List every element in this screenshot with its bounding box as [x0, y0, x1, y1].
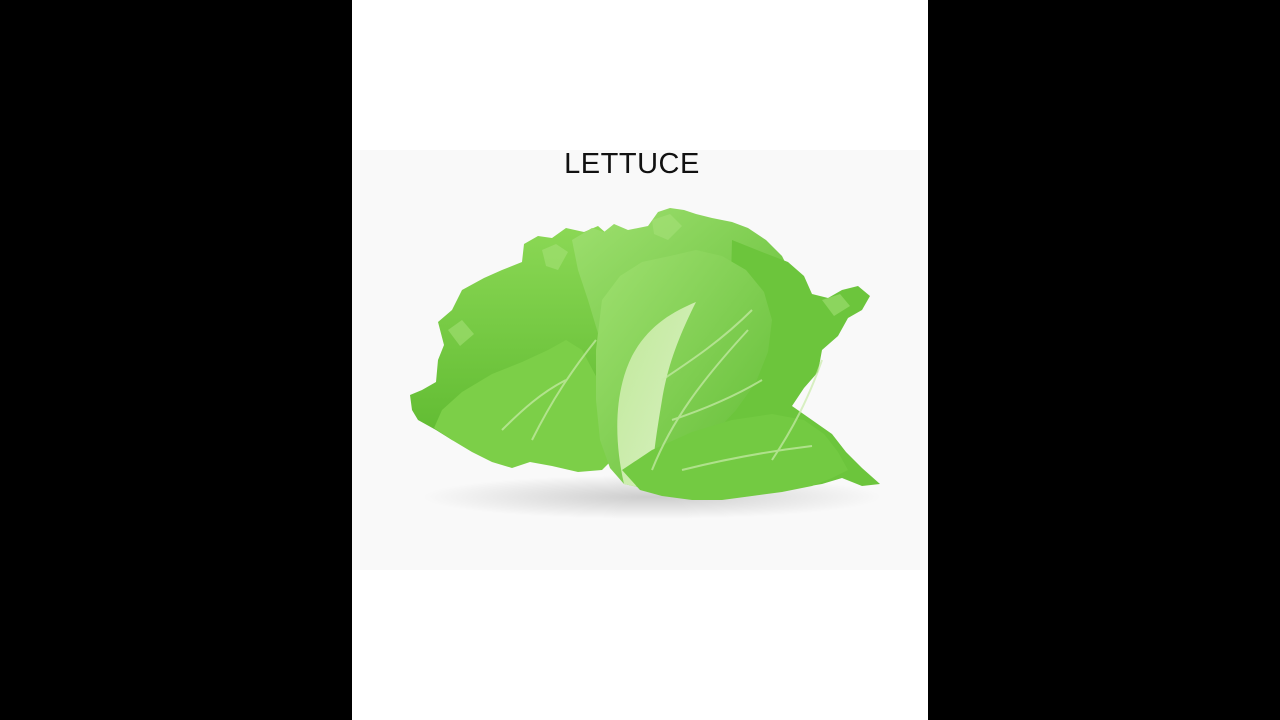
image-canvas: LETTUCE	[352, 0, 928, 720]
letterbox-left	[0, 0, 352, 720]
video-frame: LETTUCE	[0, 0, 1280, 720]
letterbox-right	[928, 0, 1280, 720]
lettuce-illustration	[410, 208, 882, 519]
